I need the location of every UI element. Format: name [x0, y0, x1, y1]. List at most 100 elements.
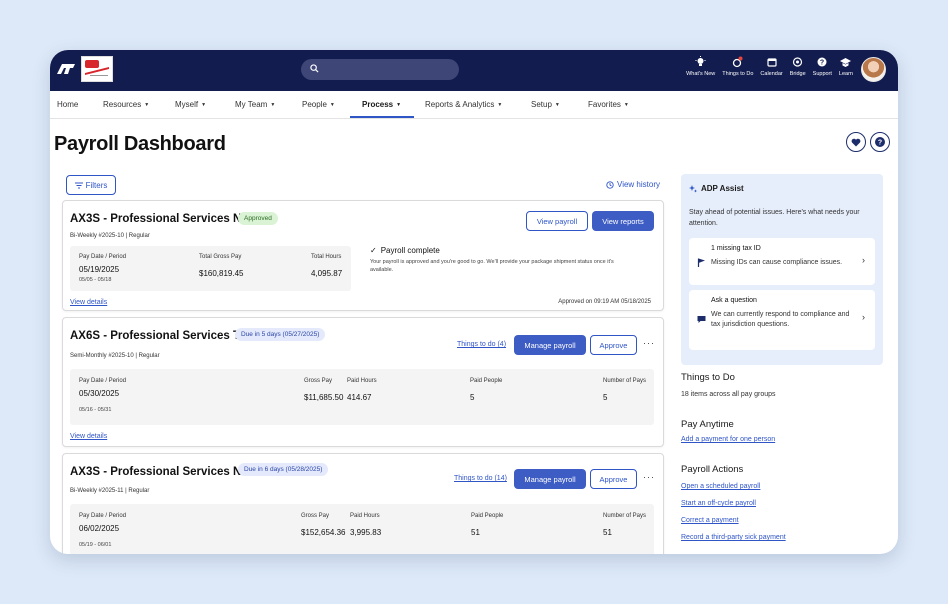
favorite-button[interactable] [846, 132, 866, 152]
nav-people[interactable]: People ▼ [302, 100, 335, 109]
filters-button[interactable]: Filters [66, 175, 116, 195]
app-window: What's New Things to Do Calendar Bridge [50, 50, 898, 554]
chevron-down-icon: ▼ [329, 102, 335, 108]
chevron-right-icon: › [862, 312, 865, 322]
main-nav: Home Resources ▼ Myself ▼ My Team ▼ People ▼… [50, 91, 898, 119]
things-to-do-button[interactable]: Things to Do [721, 54, 754, 77]
approve-button[interactable]: Approve [590, 335, 637, 355]
view-details-link[interactable]: View details [70, 299, 107, 306]
pay-anytime-heading: Pay Anytime [681, 419, 734, 430]
start-off-cycle-payroll-link[interactable]: Start an off-cycle payroll [681, 500, 756, 507]
payroll-complete-label: Payroll complete [380, 246, 440, 255]
chevron-down-icon: ▼ [497, 102, 503, 108]
things-to-do-label: Things to Do [722, 71, 754, 77]
nav-reports[interactable]: Reports & Analytics ▼ [425, 100, 502, 109]
adp-logo[interactable] [56, 62, 76, 76]
pay-date-value: 06/02/2025 [79, 524, 120, 533]
gross-pay-header: Gross Pay [304, 378, 333, 384]
avatar[interactable] [861, 57, 886, 82]
help-button[interactable]: ? [870, 132, 890, 152]
pay-date-value: 05/30/2025 [79, 389, 120, 398]
gross-pay-header: Total Gross Pay [199, 254, 242, 260]
add-payment-link[interactable]: Add a payment for one person [681, 436, 775, 443]
hours-header: Paid Hours [347, 378, 377, 384]
number-of-pays-header: Number of Pays [603, 513, 647, 519]
payroll-complete-desc: Your payroll is approved and you're good… [370, 259, 614, 273]
chevron-down-icon: ▼ [201, 102, 207, 108]
assist-item-missing-tax-id[interactable]: 1 missing tax ID Missing IDs can cause c… [689, 238, 875, 285]
flag-icon [697, 258, 705, 267]
manage-payroll-button[interactable]: Manage payroll [514, 335, 586, 355]
whats-new-button[interactable]: What's New [685, 54, 716, 77]
gross-pay-value: $160,819.45 [199, 269, 244, 278]
things-to-do-summary: 18 items across all pay groups [681, 391, 776, 398]
assist-item-ask-question[interactable]: Ask a question We can currently respond … [689, 290, 875, 350]
learn-icon [840, 56, 852, 68]
nav-setup[interactable]: Setup ▼ [531, 100, 560, 109]
pay-date-value: 05/19/2025 [79, 265, 120, 274]
help-icon: ? [875, 137, 885, 147]
client-logo [81, 56, 113, 82]
support-label: Support [812, 71, 832, 77]
view-payroll-button[interactable]: View payroll [526, 211, 588, 231]
number-of-pays-value: 5 [603, 393, 608, 402]
hours-value: 3,995.83 [350, 528, 382, 537]
chevron-down-icon: ▼ [554, 102, 560, 108]
assist-title-label: ADP Assist [701, 184, 744, 193]
payroll-group-name[interactable]: AX3S - Professional Services N... [70, 213, 251, 225]
nav-active-indicator [350, 116, 414, 118]
status-badge: Due in 6 days (05/28/2025) [238, 463, 329, 476]
period-value: 05/19 - 06/01 [79, 542, 112, 548]
chevron-down-icon: ▼ [270, 102, 276, 108]
calendar-icon [766, 56, 778, 68]
record-sick-payment-link[interactable]: Record a third-party sick payment [681, 534, 786, 541]
assist-item-title: 1 missing tax ID [711, 245, 761, 252]
payroll-card: AX3S - Professional Services N... Due in… [62, 453, 664, 554]
paid-people-header: Paid People [470, 378, 503, 384]
nav-favorites[interactable]: Favorites ▼ [588, 100, 629, 109]
open-scheduled-payroll-link[interactable]: Open a scheduled payroll [681, 483, 760, 490]
filters-label: Filters [85, 180, 108, 190]
payroll-subtitle: Bi-Weekly #2025-11 | Regular [70, 488, 150, 494]
payroll-actions-heading: Payroll Actions [681, 464, 744, 475]
learn-button[interactable]: Learn [838, 54, 854, 77]
view-reports-button[interactable]: View reports [592, 211, 654, 231]
bridge-button[interactable]: Bridge [789, 54, 807, 77]
approve-button[interactable]: Approve [590, 469, 637, 489]
nav-myself-label: Myself [175, 100, 199, 109]
nav-process[interactable]: Process ▼ [362, 100, 401, 109]
nav-favorites-label: Favorites [588, 100, 621, 109]
view-history-link[interactable]: View history [606, 180, 660, 189]
support-button[interactable]: ? Support [812, 54, 833, 77]
payroll-group-name[interactable]: AX3S - Professional Services N... [70, 466, 251, 478]
view-history-label: View history [617, 180, 660, 189]
payroll-group-name[interactable]: AX6S - Professional Services T... [70, 330, 248, 342]
nav-my-team[interactable]: My Team ▼ [235, 100, 275, 109]
assist-item-desc: Missing IDs can cause compliance issues. [711, 259, 843, 266]
assist-item-title: Ask a question [711, 297, 757, 304]
gross-pay-value: $11,685.50 [304, 393, 344, 402]
manage-payroll-button[interactable]: Manage payroll [514, 469, 586, 489]
nav-home[interactable]: Home [57, 100, 78, 109]
nav-myself[interactable]: Myself ▼ [175, 100, 206, 109]
things-to-do-link[interactable]: Things to do (4) [457, 341, 506, 348]
more-options-icon[interactable]: ··· [643, 472, 655, 482]
chat-icon [697, 316, 706, 323]
view-details-link[interactable]: View details [70, 433, 107, 440]
nav-resources-label: Resources [103, 100, 142, 109]
nav-resources[interactable]: Resources ▼ [103, 100, 149, 109]
bridge-icon [792, 56, 804, 68]
payroll-stats: Pay Date / Period 06/02/2025 05/19 - 06/… [70, 504, 654, 554]
nav-people-label: People [302, 100, 327, 109]
chevron-right-icon: › [862, 255, 865, 265]
history-icon [606, 180, 614, 189]
search-input[interactable] [301, 59, 459, 80]
correct-payment-link[interactable]: Correct a payment [681, 517, 739, 524]
paid-people-value: 5 [470, 393, 475, 402]
paid-people-header: Paid People [471, 513, 504, 519]
more-options-icon[interactable]: ··· [643, 338, 655, 348]
hours-header: Paid Hours [350, 513, 380, 519]
calendar-button[interactable]: Calendar [759, 54, 783, 77]
things-to-do-link[interactable]: Things to do (14) [454, 475, 507, 482]
gross-pay-header: Gross Pay [301, 513, 330, 519]
